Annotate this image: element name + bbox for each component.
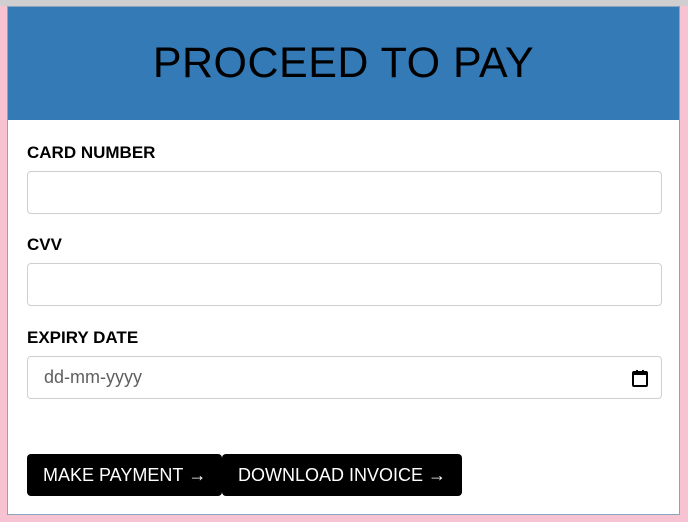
payment-card: PROCEED TO PAY CARD NUMBER CVV EXPIRY DA…	[7, 6, 680, 515]
make-payment-label: MAKE PAYMENT	[43, 464, 184, 485]
page-title: PROCEED TO PAY	[152, 39, 535, 87]
payment-header: PROCEED TO PAY	[8, 7, 679, 120]
cvv-input[interactable]	[27, 263, 662, 306]
expiry-date-label: EXPIRY DATE	[27, 328, 139, 347]
expiry-date-input[interactable]: dd-mm-yyyy	[27, 356, 662, 399]
cvv-label: CVV	[27, 235, 62, 254]
arrow-right-icon: →	[188, 464, 207, 485]
download-invoice-button[interactable]: DOWNLOAD INVOICE →	[222, 454, 463, 496]
card-number-input[interactable]	[27, 171, 662, 214]
download-invoice-label: DOWNLOAD INVOICE	[238, 464, 424, 485]
expiry-date-placeholder: dd-mm-yyyy	[44, 367, 142, 387]
arrow-right-icon: →	[428, 464, 447, 485]
calendar-icon[interactable]	[630, 368, 650, 388]
make-payment-button[interactable]: MAKE PAYMENT →	[27, 454, 223, 496]
card-number-label: CARD NUMBER	[27, 143, 156, 162]
